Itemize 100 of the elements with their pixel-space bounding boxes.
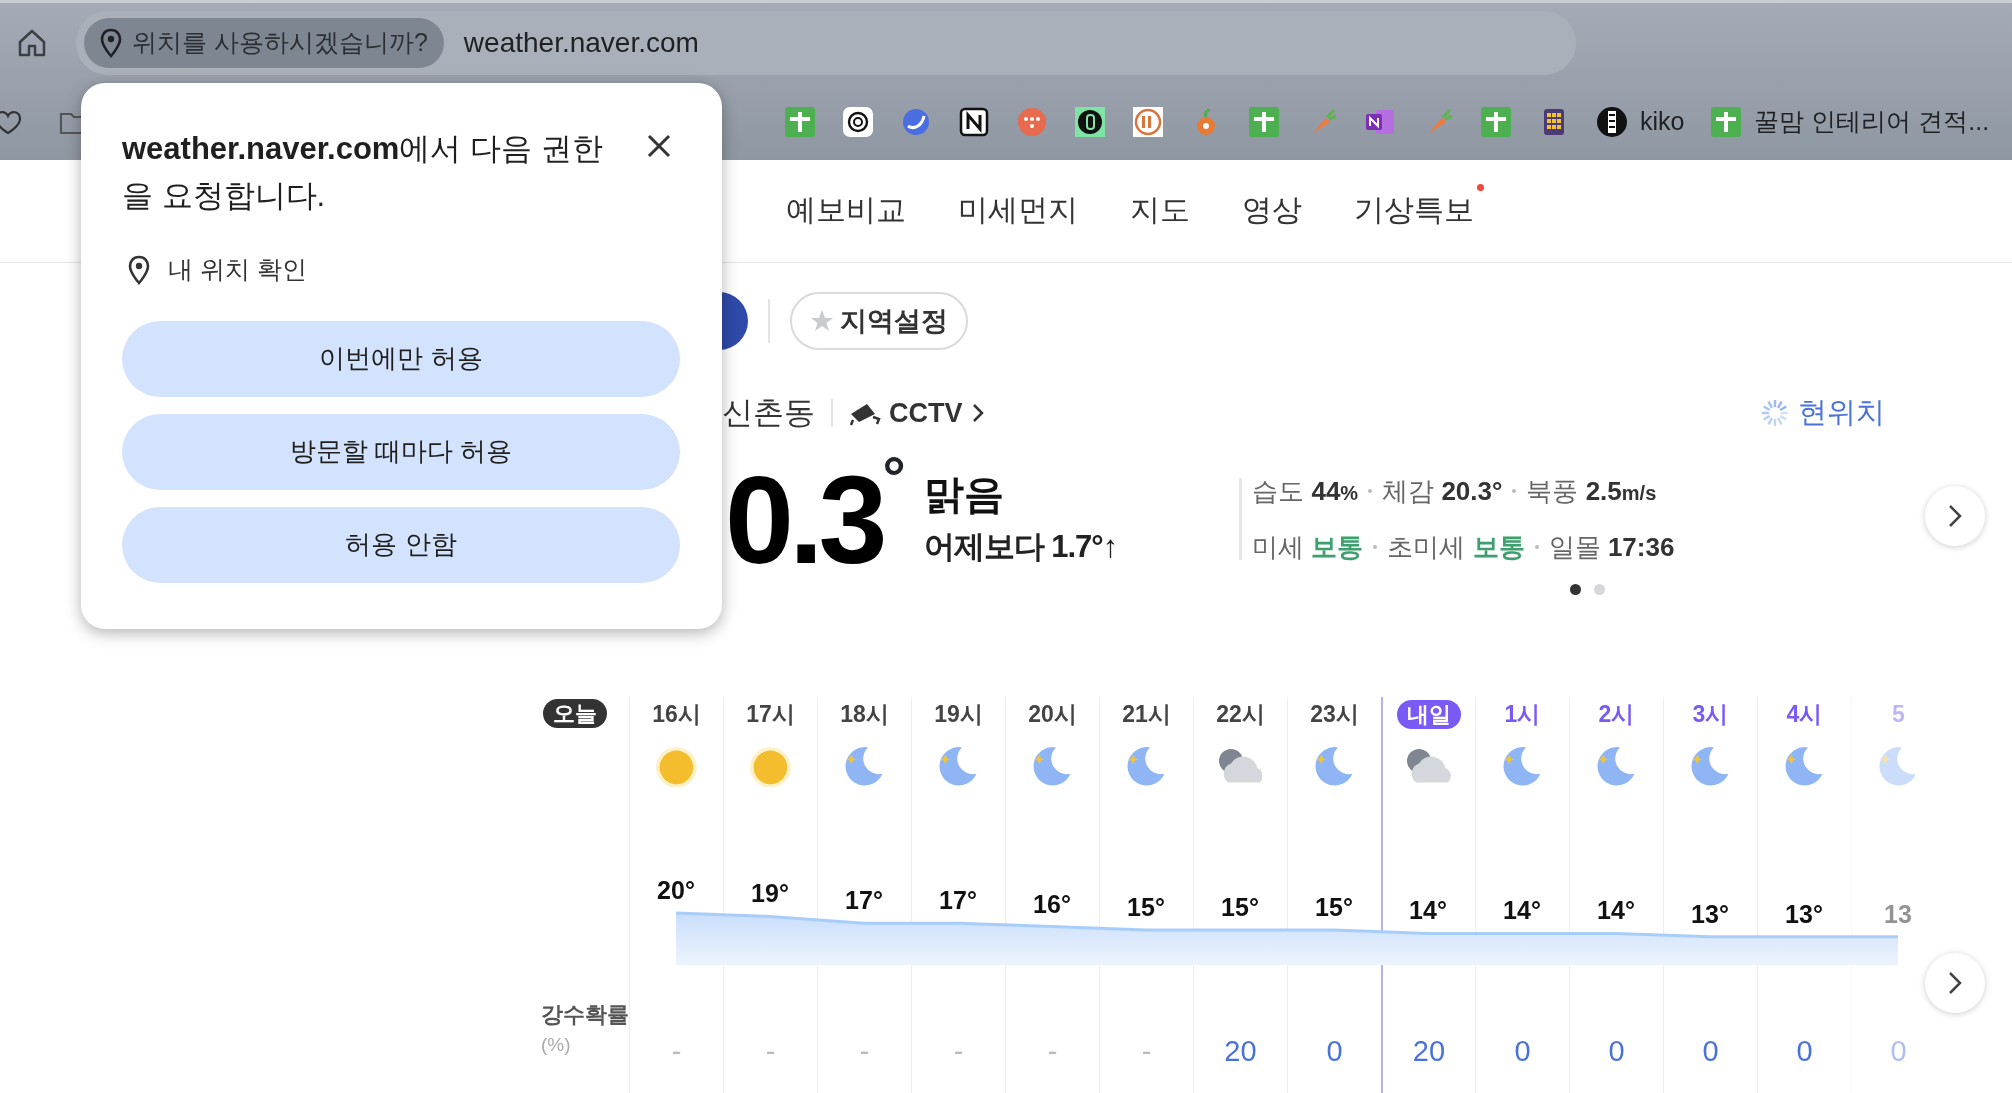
temperature-label: 14° bbox=[1503, 896, 1541, 925]
temperature-label: 17° bbox=[939, 886, 977, 915]
moon-star-icon bbox=[1126, 745, 1167, 789]
precipitation-value: - bbox=[1047, 1034, 1058, 1069]
moon-star-icon bbox=[1502, 745, 1543, 789]
moon-star-icon bbox=[1878, 745, 1915, 789]
location-permission-chip[interactable]: 위치를 사용하시겠습니까? bbox=[84, 18, 444, 68]
pager-dot[interactable] bbox=[1594, 584, 1605, 595]
hour-label: 5 bbox=[1892, 701, 1905, 727]
temperature-label: 13° bbox=[1785, 899, 1823, 928]
dots-icon[interactable] bbox=[1016, 105, 1048, 138]
precipitation-value: 0 bbox=[1796, 1034, 1813, 1069]
moon-star-icon bbox=[1032, 745, 1073, 789]
hour-label: 22시 bbox=[1216, 701, 1265, 727]
moon-star-icon bbox=[938, 745, 979, 789]
moon-star-icon bbox=[1314, 745, 1355, 789]
temperature-label: 15° bbox=[1221, 893, 1259, 921]
location-name: 신촌동 bbox=[722, 393, 815, 432]
moon-star-icon bbox=[1784, 745, 1825, 789]
precipitation-value: - bbox=[671, 1034, 682, 1069]
weather-condition: 맑음 bbox=[923, 471, 1005, 518]
nav-tab[interactable]: 예보비교 bbox=[786, 159, 906, 263]
precipitation-unit: (%) bbox=[541, 1033, 572, 1057]
circle-logo-icon bbox=[1596, 105, 1628, 138]
url-text: weather.naver.com bbox=[463, 26, 699, 60]
precipitation-value: 0 bbox=[1702, 1034, 1719, 1069]
weather-detail: 북풍 2.5m/s bbox=[1526, 478, 1657, 504]
today-badge: 오늘 bbox=[543, 699, 607, 728]
temperature-label: 14° bbox=[1409, 896, 1447, 925]
close-button[interactable] bbox=[646, 133, 672, 159]
precipitation-label: 강수확률 bbox=[541, 1001, 629, 1029]
bookmark[interactable]: 꿀맘 인테리어 견적... bbox=[1710, 101, 1990, 142]
hour-label: 19시 bbox=[934, 701, 983, 727]
nav-tab[interactable]: 영상 bbox=[1242, 159, 1302, 263]
chevron-right-icon bbox=[1947, 970, 1963, 996]
region-settings-button[interactable]: 지역설정 bbox=[790, 292, 968, 350]
address-bar[interactable]: 위치를 사용하시겠습니까? weather.naver.com bbox=[76, 11, 1576, 75]
hour-label: 4시 bbox=[1786, 701, 1823, 727]
plus-icon[interactable] bbox=[784, 105, 816, 138]
plus-icon[interactable] bbox=[1480, 105, 1512, 138]
hour-label: 20시 bbox=[1028, 701, 1077, 727]
precipitation-value: 0 bbox=[1514, 1034, 1531, 1069]
permission-text: 내 위치 확인 bbox=[168, 254, 307, 285]
permission-button[interactable]: 방문할 때마다 허용 bbox=[122, 413, 680, 490]
cloud-moon-icon bbox=[1407, 749, 1451, 785]
yesterday-comparison: 어제보다 1.7°↑ bbox=[923, 528, 1118, 566]
current-location-link[interactable]: 현위치 bbox=[1760, 391, 1885, 435]
plus-icon bbox=[1710, 105, 1743, 138]
hour-label: 17시 bbox=[746, 701, 795, 727]
bookmark[interactable]: kiko bbox=[1596, 101, 1685, 142]
precipitation-value: - bbox=[953, 1034, 964, 1069]
letter-tile-icon[interactable] bbox=[958, 105, 990, 138]
temperature-label: 15° bbox=[1315, 893, 1353, 921]
precipitation-value: 20 bbox=[1412, 1034, 1446, 1069]
precipitation-value: 0 bbox=[1326, 1034, 1343, 1069]
sun-icon bbox=[750, 746, 791, 788]
temperature-label: 19° bbox=[751, 879, 789, 908]
location-pin-icon bbox=[100, 28, 122, 58]
weather-detail: 체감 20.3° bbox=[1382, 478, 1503, 504]
temperature-label: 14° bbox=[1597, 896, 1635, 925]
nav-tab[interactable]: 미세먼지 bbox=[958, 159, 1078, 263]
plus-icon[interactable] bbox=[1248, 105, 1280, 138]
hour-label: 16시 bbox=[652, 701, 701, 727]
weather-detail: 일몰 17:36 bbox=[1548, 534, 1675, 560]
hour-label: 18시 bbox=[840, 701, 889, 727]
temperature-label: 15° bbox=[1127, 893, 1165, 921]
cloud-moon-icon bbox=[1218, 749, 1263, 785]
chevron-right-icon bbox=[1947, 503, 1963, 529]
coin-icon[interactable] bbox=[1074, 105, 1106, 138]
location-pin-icon bbox=[128, 254, 150, 285]
temperature-label: 16° bbox=[1033, 889, 1071, 918]
temperature-label: 17° bbox=[845, 886, 883, 915]
pager-dot[interactable] bbox=[1570, 584, 1581, 595]
precipitation-value: 0 bbox=[1890, 1034, 1907, 1069]
hour-label: 23시 bbox=[1310, 701, 1359, 727]
weather-detail: 습도 44% bbox=[1252, 478, 1359, 504]
dialog-title: weather.naver.com에서 다음 권한을 요청합니다. bbox=[122, 130, 604, 215]
nav-tab[interactable]: 기상특보 bbox=[1354, 159, 1474, 263]
weather-detail: 미세 보통 bbox=[1252, 534, 1364, 560]
chevron-right-icon bbox=[970, 402, 985, 424]
nav-tab[interactable]: 지도 bbox=[1130, 159, 1190, 263]
moon-star-icon bbox=[1690, 745, 1731, 789]
precipitation-value: - bbox=[1141, 1034, 1152, 1069]
permission-button[interactable]: 이번에만 허용 bbox=[122, 320, 680, 397]
temperature: 0.3 bbox=[725, 458, 883, 582]
degree-mark: ° bbox=[882, 448, 906, 506]
temperature-label: 20° bbox=[657, 876, 695, 904]
precipitation-value: 20 bbox=[1224, 1034, 1257, 1069]
hour-label: 21시 bbox=[1122, 701, 1171, 727]
cctv-link[interactable]: CCTV bbox=[849, 392, 985, 434]
home-icon[interactable] bbox=[16, 27, 48, 59]
permission-button[interactable]: 허용 안함 bbox=[122, 506, 680, 583]
close-icon bbox=[646, 133, 672, 159]
spinner-icon bbox=[1760, 398, 1790, 428]
temperature-label: 13 bbox=[1884, 899, 1912, 928]
temperature-label: 13° bbox=[1691, 899, 1729, 928]
star-icon bbox=[810, 309, 834, 333]
hour-label: 1시 bbox=[1504, 701, 1541, 727]
sun-icon bbox=[656, 746, 697, 788]
precipitation-value: - bbox=[765, 1034, 776, 1069]
